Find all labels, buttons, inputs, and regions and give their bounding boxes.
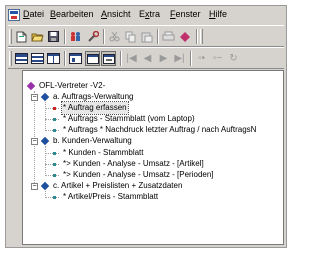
collapse-icon[interactable]: − [31,94,38,101]
tree-node-kunden-verwaltung[interactable]: − b. Kunden-Verwaltung [23,135,283,147]
window-view-icon[interactable] [85,51,100,66]
diamond-icon [40,136,50,146]
bullet-icon [53,174,56,177]
people-icon[interactable] [68,29,83,44]
tree-item-artikel-preis-stammblatt[interactable]: * Artikel/Preis - Stammblatt [23,191,283,203]
menu-extra[interactable]: Extra [139,9,160,19]
menu-bearbeiten[interactable]: Bearbeiten [50,9,94,19]
bullet-icon [53,107,56,110]
diamond-icon [26,81,36,91]
toolbar-separator [103,29,105,44]
bullet-icon [53,129,56,132]
menu-bar: Datei Bearbeiten Ansicht Extra Fenster H… [6,6,286,25]
cut-icon[interactable] [107,29,122,44]
bullet-icon [53,118,56,121]
collapse-icon[interactable]: − [31,138,38,145]
menu-fenster[interactable]: Fenster [170,9,201,19]
collapse-icon[interactable]: − [31,183,38,190]
menu-datei[interactable]: Datei [23,9,44,19]
layout-list-icon[interactable] [14,51,29,66]
refresh-icon[interactable]: ↻ [226,51,241,66]
layout-rows-icon[interactable] [30,51,45,66]
toolbar-grip[interactable] [200,29,203,44]
paste-icon[interactable] [139,29,154,44]
insert-record-icon[interactable]: ▫• [194,51,209,66]
tools-icon[interactable] [85,29,100,44]
toolbar-separator [64,29,66,44]
toolbar-separator [120,51,122,66]
toolbar-separator [64,51,66,66]
new-icon[interactable] [14,29,29,44]
toolbar-grip[interactable] [9,51,12,66]
menu-tree-panel: OFL-Vertreter -V2- − a. Auftrags-Verwalt… [22,70,284,245]
bullet-icon [53,196,56,199]
window-view-alt-icon[interactable] [101,51,116,66]
form-view-icon[interactable] [68,51,83,66]
bullet-icon [53,152,56,155]
last-record-icon[interactable]: ▶| [172,51,187,66]
open-folder-icon[interactable] [30,29,45,44]
standard-toolbar [8,25,284,47]
app-system-icon[interactable] [8,9,20,21]
toolbar-separator [190,51,192,66]
print-icon[interactable] [161,29,176,44]
delete-record-icon[interactable]: ▫− [210,51,225,66]
save-icon[interactable] [46,29,61,44]
layout-columns-icon[interactable] [46,51,61,66]
next-record-icon[interactable]: ▶ [156,51,171,66]
toolbar-separator [196,29,198,44]
previous-record-icon[interactable]: ◀ [140,51,155,66]
menu-hilfe[interactable]: Hilfe [209,9,227,19]
tree-item-label: * Artikel/Preis - Stammblatt [63,192,159,201]
toolbar-separator [157,29,159,44]
menu-ansicht[interactable]: Ansicht [101,9,131,19]
diamond-icon [40,92,50,102]
bullet-icon [53,163,56,166]
first-record-icon[interactable]: |◀ [124,51,139,66]
application-window: Datei Bearbeiten Ansicht Extra Fenster H… [5,5,287,248]
toolbar-grip[interactable] [9,29,12,44]
tree-node-label: b. Kunden-Verwaltung [53,136,132,145]
diamond-icon[interactable] [177,29,192,44]
copy-icon[interactable] [123,29,138,44]
diamond-icon [40,181,50,191]
navigation-toolbar: |◀ ◀ ▶ ▶| ▫• ▫− ↻ [8,47,284,69]
